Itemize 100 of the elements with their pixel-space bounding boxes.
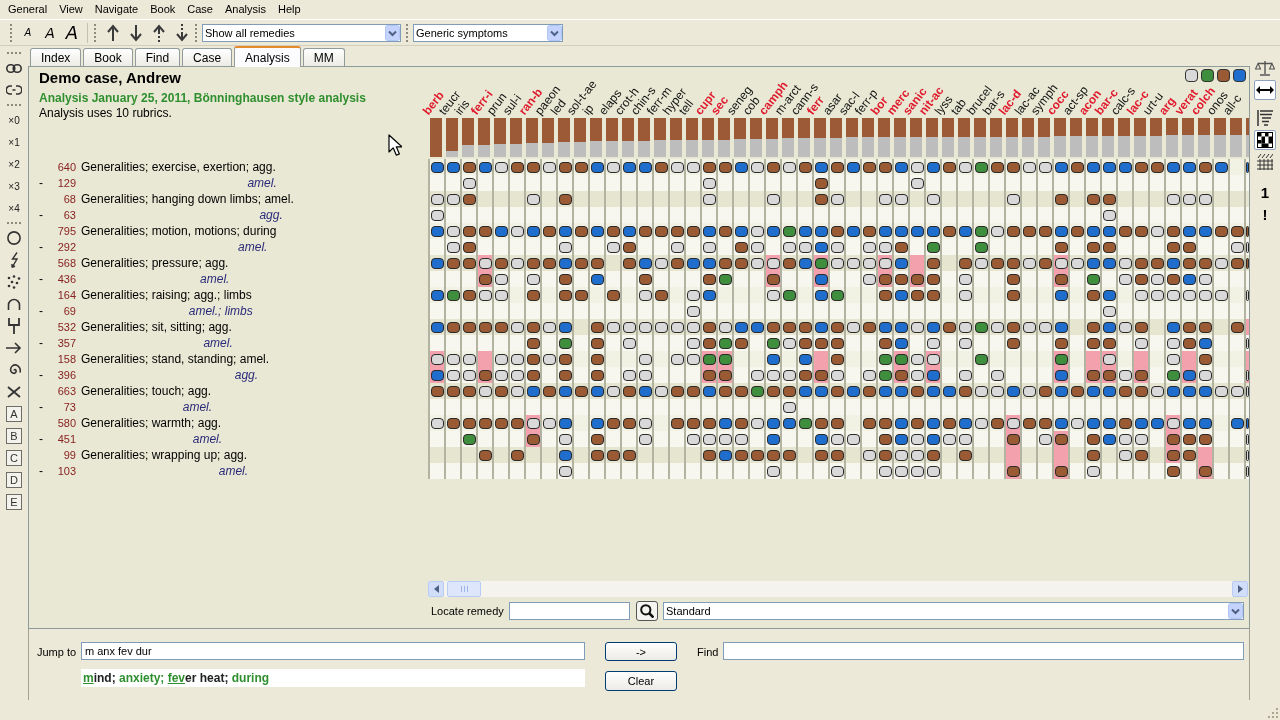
letter-button[interactable]: D [6, 472, 22, 488]
grade-swatch-icon[interactable] [1233, 69, 1246, 82]
letter-button[interactable]: C [6, 450, 22, 466]
go-button[interactable]: -> [605, 642, 677, 661]
menu-item[interactable]: Help [271, 2, 307, 17]
rubric-count: 68 [63, 193, 76, 205]
toolbar-toggle-button[interactable]: ! [1254, 204, 1276, 224]
tab[interactable]: Find [134, 48, 181, 66]
rubric-count: 396 [57, 369, 76, 381]
rubric-text[interactable]: Generalities; raising; agg.; limbs [81, 288, 252, 302]
collapse-toggle[interactable]: - [39, 304, 43, 318]
scroll-right-button[interactable] [1232, 581, 1248, 597]
search-button[interactable] [636, 601, 658, 621]
font-size-button[interactable]: A [61, 21, 83, 44]
double-arrow-icon [1256, 86, 1274, 94]
menu-item[interactable]: Book [144, 2, 182, 17]
caret-left-icon [433, 585, 439, 593]
rubric-count: 69 [63, 305, 76, 317]
scrollbar-thumb[interactable] [447, 581, 481, 597]
horizontal-scrollbar[interactable] [428, 581, 1248, 597]
collapse-toggle[interactable]: - [39, 240, 43, 254]
rubric-count: 568 [57, 257, 76, 269]
clear-button[interactable]: Clear [605, 671, 677, 691]
collapse-toggle[interactable]: - [39, 400, 43, 414]
rubric-count: 103 [57, 465, 76, 477]
letter-button[interactable]: B [6, 428, 22, 444]
tab[interactable]: Book [83, 48, 133, 66]
grade-swatch-icon[interactable] [1201, 69, 1214, 82]
rubric-modifier[interactable]: amel. [200, 272, 230, 286]
menu-item[interactable]: Analysis [219, 2, 272, 17]
checker-grid-button[interactable] [1254, 130, 1276, 150]
font-size-button[interactable]: A [39, 21, 61, 44]
grade-swatch-icon[interactable] [1185, 69, 1198, 82]
rubric-modifier[interactable]: amel. [192, 432, 223, 446]
locate-remedy-field[interactable] [509, 602, 630, 620]
rubric-count: 357 [57, 337, 76, 349]
multiplier-button[interactable]: ×1 [3, 131, 25, 153]
menu-item[interactable]: View [53, 2, 89, 17]
rubric-text[interactable]: Generalities; motion, motions; during [81, 224, 277, 238]
menu-item[interactable]: General [2, 2, 54, 17]
dots-icon [7, 275, 21, 289]
rubric-text[interactable]: Generalities; wrapping up; agg. [81, 448, 248, 462]
rubric-modifier[interactable]: agg. [259, 208, 283, 222]
find-label: Find [697, 645, 720, 658]
checker-grid-icon [1257, 132, 1273, 148]
multiplier-button[interactable]: ×0 [3, 109, 25, 131]
collapse-toggle[interactable]: - [39, 208, 43, 222]
jump-to-field[interactable]: m anx fev dur [81, 642, 585, 660]
collapse-toggle[interactable]: - [39, 464, 43, 478]
rubric-modifier[interactable]: amel. [247, 176, 277, 190]
letter-button[interactable]: A [6, 406, 22, 422]
rubric-text[interactable]: Generalities; sit, sitting; agg. [81, 320, 232, 334]
suggestion-text[interactable]: mind; anxiety; fever heat; during [81, 669, 585, 687]
rubric-modifier[interactable]: amel. [238, 240, 268, 254]
tab[interactable]: Index [30, 48, 82, 66]
letter-button[interactable]: E [6, 494, 22, 510]
analysis-subtitle: Analysis January 25, 2011, Bönninghausen style analysis [39, 91, 367, 106]
rubric-text[interactable]: Generalities; exercise, exertion; agg. [81, 160, 276, 174]
tab[interactable]: Analysis [234, 46, 301, 67]
sort-dropdown[interactable]: Standard [663, 602, 1244, 620]
toolbar-toggle-button[interactable]: 1 [1254, 182, 1276, 202]
multiplier-button[interactable]: ×4 [3, 197, 25, 219]
rubric-modifier[interactable]: agg. [234, 368, 259, 382]
scroll-left-button[interactable] [428, 581, 444, 597]
balance-scale-button[interactable] [1254, 58, 1276, 78]
menu-item[interactable]: Navigate [88, 2, 145, 17]
menu-item[interactable]: Case [181, 2, 219, 17]
rubric-text[interactable]: Generalities; pressure; agg. [81, 256, 229, 270]
rubric-modifier[interactable]: amel. [203, 336, 233, 350]
rubric-text[interactable]: Generalities; hanging down limbs; amel. [81, 192, 294, 206]
find-field[interactable] [723, 642, 1244, 660]
collapse-toggle[interactable]: - [39, 368, 43, 382]
grade-swatch-icon[interactable] [1217, 69, 1230, 82]
collapse-toggle[interactable]: - [39, 432, 43, 446]
filter-dropdown[interactable]: Generic symptoms [413, 23, 563, 42]
multiplier-button[interactable]: ×2 [3, 153, 25, 175]
font-size-button[interactable]: A [17, 21, 39, 44]
collapse-toggle[interactable]: - [39, 176, 43, 190]
multiplier-button[interactable]: ×3 [3, 175, 25, 197]
resize-grip-icon[interactable] [1267, 707, 1278, 718]
tab[interactable]: MM [302, 48, 345, 66]
broken-link-icon [6, 85, 22, 95]
rubric-text[interactable]: Generalities; warmth; agg. [81, 416, 222, 430]
rubric-modifier[interactable]: amel.; limbs [188, 304, 253, 318]
rubric-modifier[interactable]: amel. [182, 400, 213, 414]
collapse-toggle[interactable]: - [39, 272, 43, 286]
filter-dropdown[interactable]: Show all remedies [202, 23, 401, 42]
ranking-lines-button[interactable] [1254, 108, 1276, 128]
collapse-toggle[interactable]: - [39, 336, 43, 350]
arrow-down-icon [129, 23, 142, 42]
tab[interactable]: Case [182, 48, 233, 66]
rubric-count: 663 [57, 385, 76, 397]
rubric-count: 63 [63, 209, 76, 221]
rubric-text[interactable]: Generalities; stand, standing; amel. [81, 352, 270, 366]
double-arrow-button[interactable] [1254, 80, 1276, 100]
rubric-count: 640 [57, 161, 76, 173]
hatched-grid-button[interactable] [1254, 152, 1276, 172]
balance-scale-icon [1255, 60, 1275, 76]
rubric-text[interactable]: Generalities; touch; agg. [81, 384, 212, 398]
rubric-modifier[interactable]: amel. [218, 464, 249, 478]
